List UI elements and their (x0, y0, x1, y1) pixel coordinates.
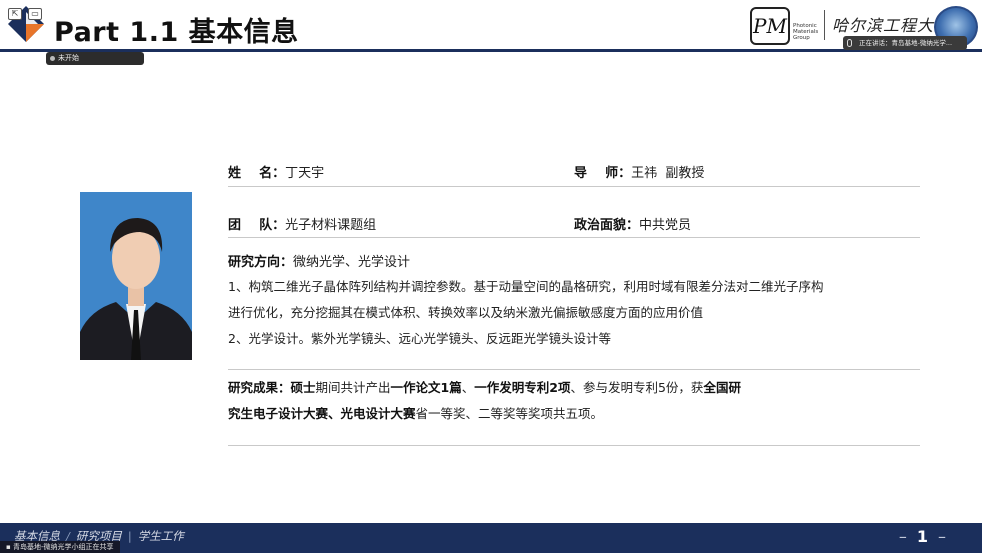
results-label: 研究成果： (228, 380, 291, 395)
results-patent: 一作发明专利2项 (474, 380, 571, 395)
name-row: 姓 名：丁天宇 导 师：王祎 副教授 (228, 162, 920, 181)
page-dash-right: – (938, 527, 946, 546)
screen-share-text: 青岛基地-微纳光学小组正在共享 (12, 543, 114, 551)
meeting-speaking-bar[interactable]: 正在讲话：青岛基地-微纳光学... (843, 36, 967, 50)
advisor-label: 导 师： (574, 166, 632, 181)
direction-label: 研究方向： (228, 255, 294, 270)
pm-logo-text: Photonic Materials Group (793, 23, 823, 41)
page-number: –1– (889, 527, 956, 546)
team-value: 光子材料课题组 (285, 218, 377, 233)
results-line-1: 研究成果：硕士期间共计产出一作论文1篇、一作发明专利2项、参与发明专利5份，获全… (228, 375, 920, 401)
politics-field: 政治面貌：中共党员 (574, 214, 691, 233)
direction-item-1-line-2: 进行优化，充分挖掘其在模式体积、转换效率以及纳米激光偏振敏感度方面的应用价值 (228, 305, 704, 320)
results-degree: 硕士 (290, 380, 316, 395)
not-started-badge[interactable]: 未开始 (46, 52, 144, 65)
politics-value: 中共党员 (639, 218, 692, 233)
name-label: 姓 名： (228, 166, 286, 181)
direction-row: 研究方向：微纳光学、光学设计 (228, 251, 920, 270)
meeting-status-text: 正在讲话：青岛基地-微纳光学... (859, 39, 953, 47)
team-label: 团 队： (228, 218, 286, 233)
results-paper: 一作论文1篇 (390, 380, 462, 395)
name-value: 丁天宇 (285, 166, 325, 181)
screen-share-notice: ▪ 青岛基地-微纳光学小组正在共享 (0, 541, 120, 553)
divider (228, 369, 920, 370)
footer-nav-student-work[interactable]: 学生工作 (138, 529, 184, 543)
advisor-value: 王祎 副教授 (631, 166, 705, 181)
results-text-3: 省一等奖、二等奖等奖项共五项。 (415, 406, 604, 421)
slide-header: ⇱ ▭ Part 1.1 基本信息 PM Photonic Materials … (0, 0, 982, 52)
direction-item-2: 2、光学设计。紫外光学镜头、远心光学镜头、反远距光学镜头设计等 (228, 331, 611, 346)
person-portrait-icon (80, 192, 192, 360)
slide: ⇱ ▭ Part 1.1 基本信息 PM Photonic Materials … (0, 0, 982, 553)
page-dash-left: – (898, 527, 907, 546)
advisor-field: 导 师：王祎 副教授 (574, 162, 704, 181)
profile-photo (80, 192, 192, 360)
results-award-start: 全国研 (703, 380, 741, 395)
team-row: 团 队：光子材料课题组 政治面貌：中共党员 (228, 214, 920, 233)
footer-nav-separator: | (127, 529, 132, 543)
divider (228, 186, 920, 187)
results-text-2: 、参与发明专利5份，获 (570, 380, 704, 395)
pm-logo: PM (750, 7, 790, 45)
direction-item-1-line-1: 1、构筑二维光子晶体阵列结构并调控参数。基于动量空间的晶格研究，利用时域有限差分… (228, 279, 824, 294)
pm-logo-caption: Photonic Materials Group (793, 23, 819, 41)
results-sep: 、 (461, 380, 475, 395)
slide-footer: 基本信息 / 研究项目 | 学生工作 –1– (0, 523, 982, 553)
microphone-icon (847, 39, 852, 47)
results-text-1: 期间共计产出 (315, 380, 391, 395)
results-line-2: 究生电子设计大赛、光电设计大赛省一等奖、二等奖等奖项共五项。 (228, 401, 920, 427)
divider (228, 237, 920, 238)
screen-share-icon: ▪ (6, 543, 13, 551)
screen-tool-icon[interactable]: ▭ (28, 8, 42, 20)
results-award-names: 究生电子设计大赛、光电设计大赛 (228, 406, 416, 421)
header-divider (824, 10, 825, 40)
page-title: Part 1.1 基本信息 (54, 17, 299, 48)
pointer-tool-icon[interactable]: ⇱ (8, 8, 22, 20)
politics-label: 政治面貌： (574, 218, 640, 233)
direction-value: 微纳光学、光学设计 (293, 255, 411, 270)
page-number-value: 1 (916, 527, 928, 546)
divider (228, 445, 920, 446)
